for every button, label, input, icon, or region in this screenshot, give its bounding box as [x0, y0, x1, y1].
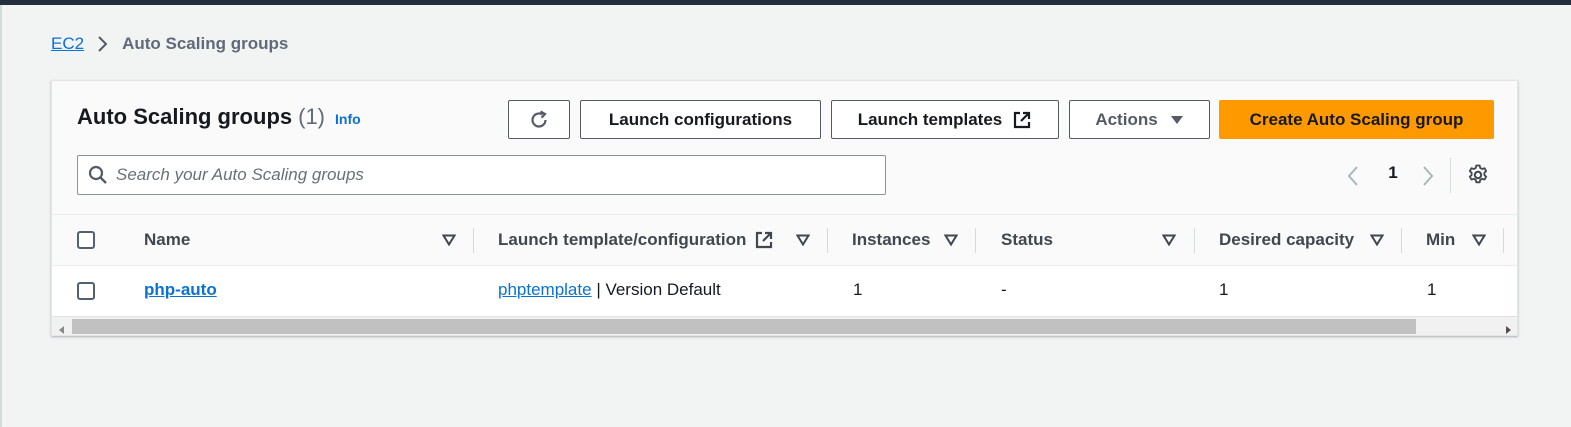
sort-name-icon[interactable]	[441, 233, 457, 251]
search-icon	[88, 165, 108, 185]
column-header-name[interactable]: Name	[144, 229, 190, 251]
create-auto-scaling-group-label: Create Auto Scaling group	[1249, 109, 1464, 129]
launch-templates-button[interactable]: Launch templates	[831, 100, 1059, 139]
column-divider[interactable]	[1401, 228, 1402, 253]
pagination-divider	[1450, 158, 1451, 193]
column-header-desired-capacity[interactable]: Desired capacity	[1219, 229, 1354, 251]
launch-configurations-label: Launch configurations	[608, 109, 793, 129]
scroll-right-icon[interactable]	[1504, 322, 1512, 335]
breadcrumb-ec2-link[interactable]: EC2	[51, 34, 84, 54]
scrollbar-thumb[interactable]	[72, 319, 1416, 334]
asg-name-link[interactable]: php-auto	[144, 280, 217, 299]
actions-label: Actions	[1095, 109, 1158, 129]
refresh-button[interactable]	[508, 100, 570, 139]
info-link[interactable]: Info	[335, 111, 361, 127]
table-row[interactable]: php-auto phptemplate | Version Default 1…	[52, 266, 1517, 316]
external-link-icon	[1012, 110, 1032, 130]
column-header-min[interactable]: Min	[1426, 229, 1455, 251]
previous-page-icon[interactable]	[1346, 165, 1360, 192]
cell-launch-template: phptemplate | Version Default	[498, 280, 721, 300]
breadcrumb: EC2 Auto Scaling groups	[51, 33, 288, 55]
left-border	[0, 5, 2, 427]
launch-template-column-label: Launch template/configuration	[498, 230, 747, 249]
refresh-icon	[528, 109, 550, 131]
column-divider[interactable]	[827, 228, 828, 253]
sort-status-icon[interactable]	[1161, 233, 1177, 251]
cell-min: 1	[1427, 280, 1437, 299]
auto-scaling-groups-table: Name Launch template/configuration Insta…	[52, 214, 1517, 316]
breadcrumb-current: Auto Scaling groups	[122, 34, 289, 53]
table-header-row: Name Launch template/configuration Insta…	[52, 214, 1517, 266]
column-header-launch-template[interactable]: Launch template/configuration	[498, 229, 774, 251]
search-input[interactable]	[116, 165, 885, 185]
row-checkbox[interactable]	[77, 282, 95, 300]
column-divider[interactable]	[1503, 228, 1504, 253]
gear-icon[interactable]	[1466, 163, 1490, 192]
sort-instances-icon[interactable]	[943, 233, 959, 251]
panel-title: Auto Scaling groups	[77, 104, 293, 129]
page-title: Auto Scaling groups (1) Info	[77, 104, 361, 130]
column-header-status[interactable]: Status	[1001, 229, 1053, 251]
launch-template-link[interactable]: phptemplate	[498, 280, 592, 299]
launch-template-version: | Version Default	[596, 280, 721, 299]
scroll-left-icon[interactable]	[58, 322, 66, 335]
create-auto-scaling-group-button[interactable]: Create Auto Scaling group	[1219, 100, 1494, 139]
page-number[interactable]: 1	[1386, 163, 1400, 183]
cell-status: -	[1001, 280, 1007, 299]
launch-templates-label: Launch templates	[857, 109, 1003, 129]
column-divider[interactable]	[473, 228, 474, 253]
actions-dropdown[interactable]: Actions	[1069, 100, 1210, 139]
column-divider[interactable]	[1194, 228, 1195, 253]
external-link-icon	[754, 230, 774, 250]
sort-desired-capacity-icon[interactable]	[1369, 233, 1385, 251]
top-nav-bar	[0, 0, 1571, 5]
sort-min-icon[interactable]	[1471, 233, 1487, 251]
select-all-checkbox[interactable]	[77, 231, 95, 249]
chevron-right-icon	[96, 35, 108, 53]
caret-down-icon	[1170, 115, 1184, 125]
next-page-icon[interactable]	[1421, 165, 1435, 192]
column-divider[interactable]	[975, 228, 976, 253]
cell-desired-capacity: 1	[1219, 280, 1229, 299]
horizontal-scrollbar[interactable]	[52, 316, 1517, 335]
column-header-instances[interactable]: Instances	[852, 229, 930, 251]
search-field[interactable]	[77, 155, 886, 195]
auto-scaling-groups-panel: Auto Scaling groups (1) Info Launch conf…	[51, 80, 1518, 336]
cell-instances: 1	[853, 280, 863, 299]
launch-configurations-button[interactable]: Launch configurations	[580, 100, 821, 139]
cell-name: php-auto	[144, 280, 217, 300]
sort-launch-template-icon[interactable]	[795, 233, 811, 251]
group-count: (1)	[298, 104, 326, 129]
